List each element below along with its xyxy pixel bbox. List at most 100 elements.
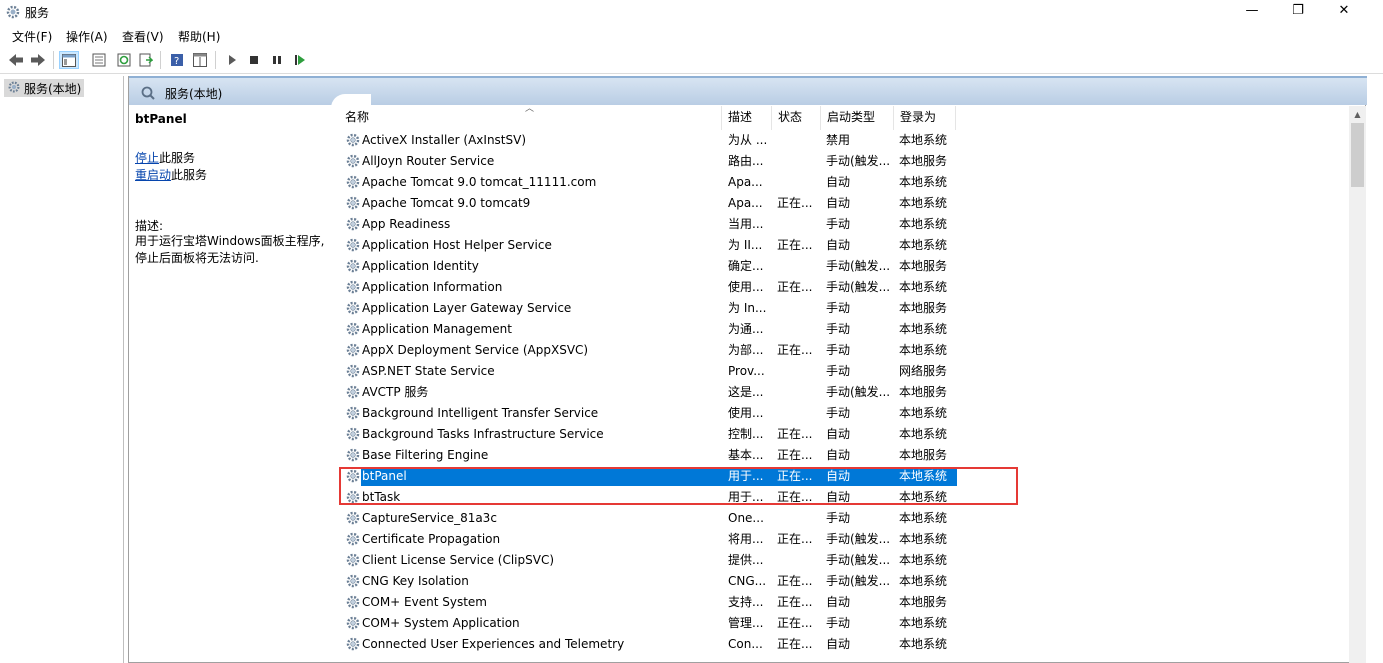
restart-service-link[interactable]: 重启动 xyxy=(135,168,171,182)
selected-service-name: btPanel xyxy=(135,112,187,126)
service-row[interactable]: Certificate Propagation 将用... 正在... 手动(触发..… xyxy=(339,529,959,550)
service-name-cell: Connected User Experiences and Telemetry xyxy=(362,637,625,651)
service-status-cell xyxy=(777,382,821,403)
service-description-cell: CNG... xyxy=(728,574,767,588)
minimize-button[interactable]: — xyxy=(1229,0,1275,24)
maximize-button[interactable]: ❐ xyxy=(1275,0,1321,24)
close-button[interactable]: ✕ xyxy=(1321,0,1367,24)
service-startup-type-cell: 自动 xyxy=(826,196,851,210)
service-row[interactable]: Client License Service (ClipSVC) 提供... 手动(… xyxy=(339,550,959,571)
service-gear-icon xyxy=(345,237,361,253)
restart-service-icon[interactable] xyxy=(290,51,310,69)
service-status-cell: 正在... xyxy=(777,343,813,357)
service-row[interactable]: Apache Tomcat 9.0 tomcat9 Apa... 正在... 自动 本地… xyxy=(339,193,959,214)
services-panel: 服务(本地) btPanel 停止此服务 重启动此服务 描述: 用于运行宝塔Wi… xyxy=(128,76,1367,663)
service-startup-type-cell: 手动 xyxy=(826,616,851,630)
menu-action[interactable]: 操作(A) xyxy=(66,28,108,45)
column-header-name[interactable]: 名称 xyxy=(339,106,722,130)
forward-arrow-icon[interactable] xyxy=(28,51,48,69)
window-title: 服务 xyxy=(25,6,50,20)
service-status-cell: 正在... xyxy=(777,238,813,252)
service-startup-type-cell: 手动(触发... xyxy=(826,154,891,168)
service-row[interactable]: Application Host Helper Service 为 II... 正在… xyxy=(339,235,959,256)
back-arrow-icon[interactable] xyxy=(6,51,26,69)
service-row[interactable]: Connected User Experiences and Telemetry… xyxy=(339,634,959,655)
service-description-cell: 使用... xyxy=(728,406,764,420)
highlight-annotation-box xyxy=(339,467,1018,505)
column-header-log-on-as[interactable]: 登录为 xyxy=(894,106,956,130)
service-row[interactable]: Application Information 使用... 正在... 手动(触发..… xyxy=(339,277,959,298)
service-startup-type-cell: 手动 xyxy=(826,406,851,420)
service-description-cell: 将用... xyxy=(728,532,764,546)
service-row[interactable]: Background Tasks Infrastructure Service 控… xyxy=(339,424,959,445)
service-row[interactable]: Application Identity 确定... 手动(触发... 本地服务 xyxy=(339,256,959,277)
service-row[interactable]: AppX Deployment Service (AppXSVC) 为部... 正在… xyxy=(339,340,959,361)
service-status-cell: 正在... xyxy=(777,637,813,651)
service-name-cell: AppX Deployment Service (AppXSVC) xyxy=(362,343,589,357)
service-startup-type-cell: 禁用 xyxy=(826,133,851,147)
service-row[interactable]: COM+ Event System 支持... 正在... 自动 本地服务 xyxy=(339,592,959,613)
vertical-scrollbar[interactable]: ▲ xyxy=(1349,106,1366,663)
scroll-up-icon[interactable]: ▲ xyxy=(1349,106,1366,123)
service-logon-cell: 本地系统 xyxy=(899,217,948,231)
panel-header: 服务(本地) xyxy=(129,76,1367,105)
service-description-cell: Apa... xyxy=(728,175,763,189)
service-row[interactable]: Base Filtering Engine 基本... 正在... 自动 本地服务 xyxy=(339,445,959,466)
refresh-icon[interactable] xyxy=(114,51,134,69)
service-row[interactable]: AVCTP 服务 这是... 手动(触发... 本地服务 xyxy=(339,382,959,403)
export-list-icon[interactable] xyxy=(136,51,156,69)
help-icon[interactable]: ? xyxy=(167,51,187,69)
menu-view[interactable]: 查看(V) xyxy=(122,28,164,45)
service-row[interactable]: ASP.NET State Service Prov... 手动 网络服务 xyxy=(339,361,959,382)
column-header-status[interactable]: 状态 xyxy=(772,106,821,130)
service-name-cell: Base Filtering Engine xyxy=(362,448,489,462)
service-row[interactable]: CaptureService_81a3c One... 手动 本地系统 xyxy=(339,508,959,529)
console-tree: 服务(本地) xyxy=(0,76,124,663)
service-row[interactable]: AllJoyn Router Service 路由... 手动(触发... 本地服务 xyxy=(339,151,959,172)
service-startup-type-cell: 手动 xyxy=(826,364,851,378)
start-service-icon[interactable] xyxy=(222,51,242,69)
service-name-cell: COM+ Event System xyxy=(362,595,487,609)
service-row[interactable]: Apache Tomcat 9.0 tomcat_11111.com Apa...… xyxy=(339,172,959,193)
column-header-description[interactable]: 描述 xyxy=(722,106,772,130)
service-logon-cell: 本地系统 xyxy=(899,133,948,147)
service-description-cell: 为通... xyxy=(728,322,764,336)
detail-view-icon[interactable] xyxy=(190,51,210,69)
service-description-cell: Apa... xyxy=(728,196,763,210)
stop-service-icon[interactable] xyxy=(244,51,264,69)
service-status-cell xyxy=(777,130,821,151)
service-startup-type-cell: 手动(触发... xyxy=(826,385,891,399)
service-gear-icon xyxy=(345,510,361,526)
service-row[interactable]: Background Intelligent Transfer Service 使… xyxy=(339,403,959,424)
service-name-cell: Application Management xyxy=(362,322,512,336)
tree-item-label: 服务(本地) xyxy=(24,82,82,96)
service-row[interactable]: CNG Key Isolation CNG... 正在... 手动(触发... 本地系统 xyxy=(339,571,959,592)
services-list: ︿ 名称 描述 状态 启动类型 登录为 ActiveX Installer (A… xyxy=(339,106,1349,662)
service-description-cell: 当用... xyxy=(728,217,764,231)
service-name-cell: ASP.NET State Service xyxy=(362,364,495,378)
column-header-startup-type[interactable]: 启动类型 xyxy=(821,106,894,130)
console-tree-icon[interactable] xyxy=(59,51,79,69)
service-name-cell: COM+ System Application xyxy=(362,616,520,630)
description-text: 用于运行宝塔Windows面板主程序,停止后面板将无法访问. xyxy=(135,234,325,265)
service-row[interactable]: Application Layer Gateway Service 为 In...… xyxy=(339,298,959,319)
service-logon-cell: 本地系统 xyxy=(899,637,948,651)
service-row[interactable]: App Readiness 当用... 手动 本地系统 xyxy=(339,214,959,235)
service-name-cell: Application Information xyxy=(362,280,503,294)
menu-file[interactable]: 文件(F) xyxy=(12,28,52,45)
service-row[interactable]: ActiveX Installer (AxInstSV) 为从 ... 禁用 本地系统 xyxy=(339,130,959,151)
tree-item-services-local[interactable]: 服务(本地) xyxy=(4,79,85,97)
menu-help[interactable]: 帮助(H) xyxy=(178,28,220,45)
properties-icon[interactable] xyxy=(89,51,109,69)
pause-service-icon[interactable] xyxy=(267,51,287,69)
service-logon-cell: 本地系统 xyxy=(899,175,948,189)
service-row[interactable]: Application Management 为通... 手动 本地系统 xyxy=(339,319,959,340)
toolbar-separator xyxy=(160,51,161,69)
service-logon-cell: 本地服务 xyxy=(899,448,948,462)
service-status-cell xyxy=(777,361,821,382)
scrollbar-thumb[interactable] xyxy=(1351,123,1364,187)
service-row[interactable]: COM+ System Application 管理... 正在... 手动 本地系统 xyxy=(339,613,959,634)
service-status-cell: 正在... xyxy=(777,196,813,210)
stop-service-link[interactable]: 停止 xyxy=(135,151,159,165)
stop-service-suffix: 此服务 xyxy=(159,151,196,165)
